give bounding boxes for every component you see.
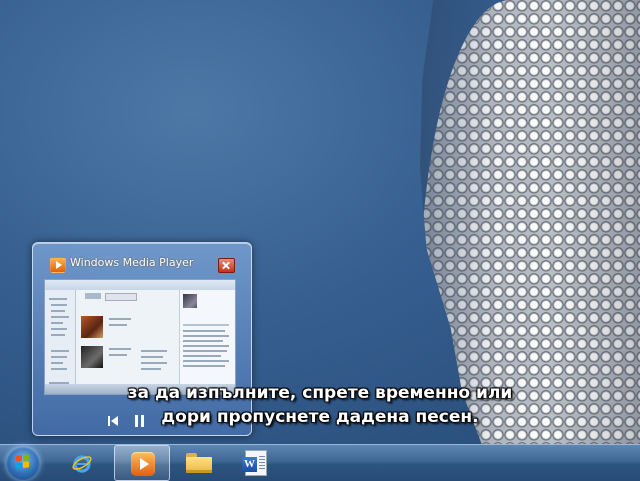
album-art — [183, 294, 197, 308]
word-letter: W — [242, 457, 257, 472]
wallpaper-building — [420, 0, 640, 444]
ie-icon — [72, 455, 92, 473]
thumb-tab — [105, 293, 137, 301]
taskbar-windows-media-player[interactable] — [114, 445, 170, 481]
word-icon: W — [242, 450, 267, 476]
taskbar-windows-explorer[interactable] — [174, 445, 222, 481]
preview-title: Windows Media Player — [70, 256, 194, 269]
album-art — [81, 346, 103, 368]
wmp-icon — [131, 452, 155, 476]
subtitle-line-1: за да изпълните, спрете временно или — [127, 383, 513, 403]
folder-icon — [186, 453, 212, 473]
taskbar-internet-explorer[interactable] — [58, 445, 106, 481]
thumb-button — [85, 293, 101, 299]
windows-flag-icon — [16, 454, 30, 469]
wmp-window-thumbnail[interactable] — [44, 279, 236, 395]
close-preview-button[interactable] — [218, 258, 235, 273]
album-art — [81, 316, 103, 338]
start-button[interactable] — [6, 446, 40, 480]
preview-title-bar: Windows Media Player — [46, 254, 236, 274]
taskbar-microsoft-word[interactable]: W — [232, 445, 280, 481]
subtitle-line-2: дори пропуснете дадена песен. — [161, 407, 479, 427]
subtitle-caption: за да изпълните, спрете временно или дор… — [0, 381, 640, 429]
taskbar: W — [0, 444, 640, 481]
wmp-icon — [50, 257, 66, 273]
thumb-toolbar — [45, 280, 235, 290]
